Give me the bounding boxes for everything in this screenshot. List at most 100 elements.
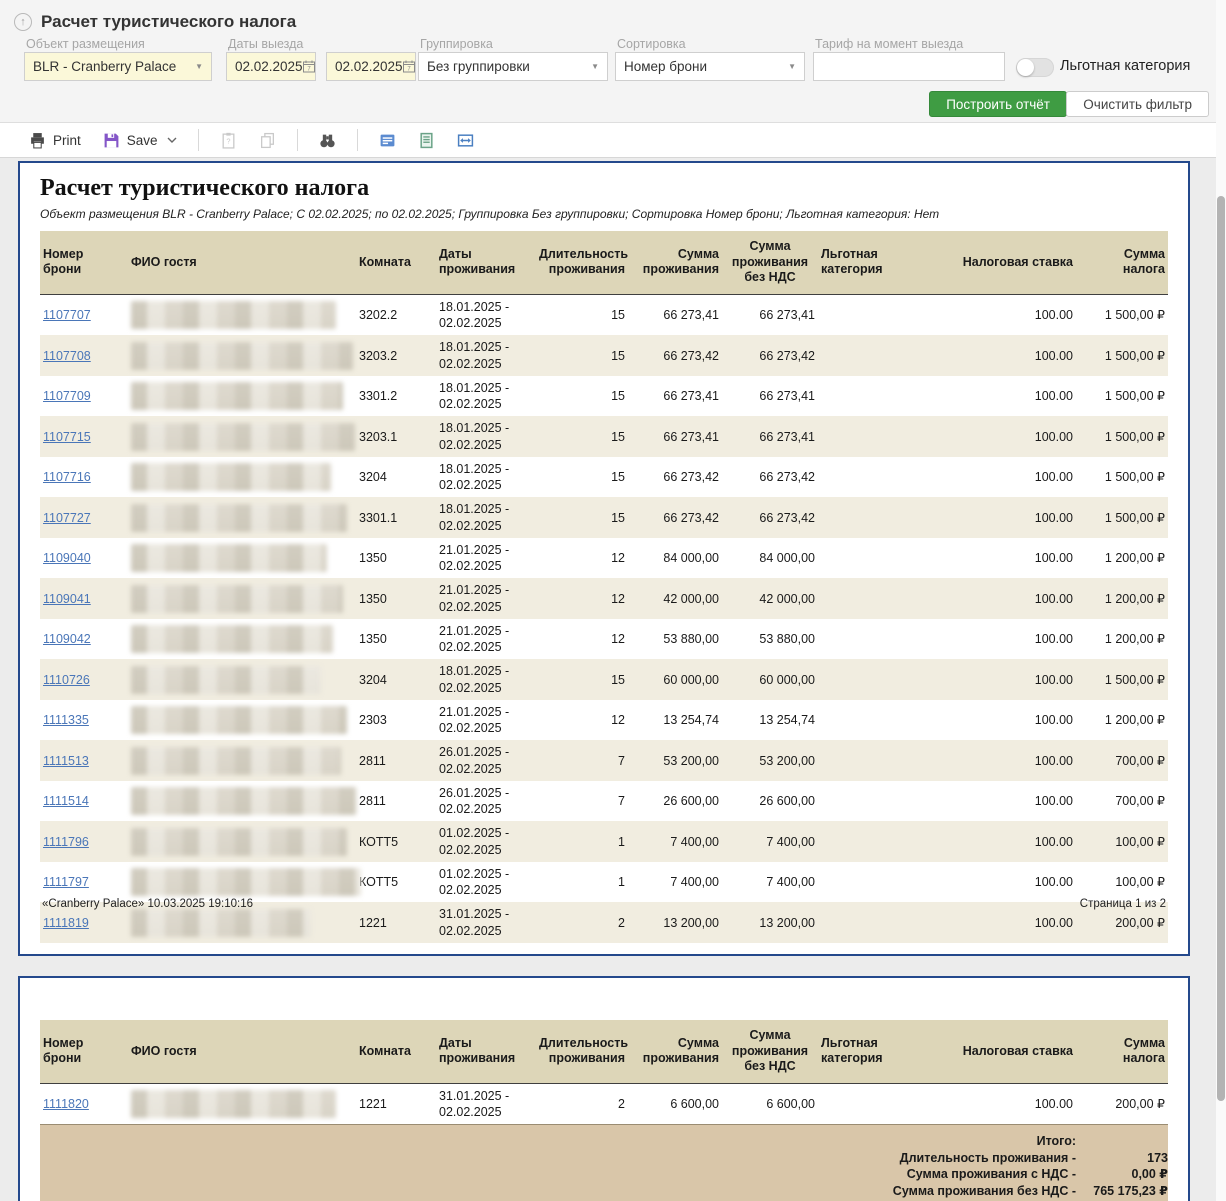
cell-nights: 7 xyxy=(536,740,628,781)
cell-sum: 6 600,00 xyxy=(628,1083,722,1124)
grouping-select[interactable]: Без группировки ▼ xyxy=(418,52,608,81)
booking-link[interactable]: 1111335 xyxy=(43,713,89,727)
cell-guest xyxy=(128,335,356,376)
cell-sum: 53 200,00 xyxy=(628,740,722,781)
dates-label: Даты выезда xyxy=(228,37,303,51)
cell-dates: 26.01.2025 - 02.02.2025 xyxy=(436,781,536,822)
cell-booking: 1111514 xyxy=(40,781,128,822)
collapse-panel-icon[interactable]: ↑ xyxy=(14,13,32,31)
cell-benefit xyxy=(818,659,938,700)
cell-room: 3301.2 xyxy=(356,376,436,417)
guest-name-blurred xyxy=(131,787,357,815)
cell-booking: 1107708 xyxy=(40,335,128,376)
booking-link[interactable]: 1107707 xyxy=(43,308,91,322)
cell-booking: 1107715 xyxy=(40,416,128,457)
tariff-input[interactable] xyxy=(813,52,1005,81)
column-header: Длительность проживания xyxy=(536,1020,628,1083)
guest-name-blurred xyxy=(131,909,311,937)
booking-link[interactable]: 1111819 xyxy=(43,916,89,930)
booking-link[interactable]: 1111513 xyxy=(43,754,89,768)
cell-rate: 100.00 xyxy=(938,700,1076,741)
date-to-input[interactable]: 02.02.2025 7 xyxy=(326,52,416,81)
booking-link[interactable]: 1107715 xyxy=(43,430,91,444)
cell-guest xyxy=(128,376,356,417)
cell-dates: 18.01.2025 - 02.02.2025 xyxy=(436,457,536,498)
cell-rate: 100.00 xyxy=(938,619,1076,660)
sorting-select-value: Номер брони xyxy=(624,59,707,74)
cell-booking: 1107707 xyxy=(40,294,128,335)
binoculars-icon xyxy=(319,132,336,149)
clear-filter-button[interactable]: Очистить фильтр xyxy=(1066,91,1209,117)
guest-name-blurred xyxy=(131,504,347,532)
booking-link[interactable]: 1111797 xyxy=(43,875,89,889)
paste-button[interactable]: ? xyxy=(211,128,246,153)
cell-sum_no_vat: 26 600,00 xyxy=(722,781,818,822)
save-button[interactable]: Save xyxy=(94,128,186,153)
cell-tax: 1 500,00 ₽ xyxy=(1076,294,1168,335)
cell-nights: 12 xyxy=(536,619,628,660)
cell-nights: 12 xyxy=(536,538,628,579)
booking-link[interactable]: 1109042 xyxy=(43,632,91,646)
booking-link[interactable]: 1111514 xyxy=(43,794,89,808)
total-label: Сумма проживания без НДС - xyxy=(40,1183,1076,1200)
cell-nights: 15 xyxy=(536,376,628,417)
paste-icon: ? xyxy=(220,132,237,149)
cell-room: 1221 xyxy=(356,1083,436,1124)
vertical-scrollbar[interactable] xyxy=(1216,0,1226,1201)
guest-name-blurred xyxy=(131,301,336,329)
date-from-input[interactable]: 02.02.2025 7 xyxy=(226,52,316,81)
chevron-down-icon: ▼ xyxy=(195,62,203,71)
grouping-label: Группировка xyxy=(420,37,493,51)
cell-booking: 1107727 xyxy=(40,497,128,538)
booking-link[interactable]: 1107708 xyxy=(43,349,91,363)
benefit-category-toggle[interactable] xyxy=(1016,58,1054,77)
cell-booking: 1109040 xyxy=(40,538,128,579)
cell-rate: 100.00 xyxy=(938,740,1076,781)
cell-sum_no_vat: 66 273,41 xyxy=(722,376,818,417)
cell-guest xyxy=(128,416,356,457)
scrollbar-thumb[interactable] xyxy=(1217,196,1225,1101)
continuous-view-icon xyxy=(379,132,396,149)
cell-room: 2811 xyxy=(356,781,436,822)
column-header: Даты проживания xyxy=(436,231,536,294)
cell-sum_no_vat: 6 600,00 xyxy=(722,1083,818,1124)
guest-name-blurred xyxy=(131,463,331,491)
cell-benefit xyxy=(818,294,938,335)
cell-room: 3203.2 xyxy=(356,335,436,376)
svg-text:?: ? xyxy=(226,136,230,145)
booking-link[interactable]: 1111796 xyxy=(43,835,89,849)
page-title: Расчет туристического налога xyxy=(41,12,296,32)
booking-link[interactable]: 1107716 xyxy=(43,470,91,484)
booking-link[interactable]: 1109041 xyxy=(43,592,91,606)
booking-link[interactable]: 1107727 xyxy=(43,511,91,525)
booking-link[interactable]: 1109040 xyxy=(43,551,91,565)
cell-nights: 15 xyxy=(536,335,628,376)
cell-nights: 15 xyxy=(536,416,628,457)
table-row: 1111514281126.01.2025 - 02.02.2025726 60… xyxy=(40,781,1168,822)
copy-button[interactable] xyxy=(250,128,285,153)
booking-link[interactable]: 1110726 xyxy=(43,673,90,687)
cell-benefit xyxy=(818,376,938,417)
column-header: Комната xyxy=(356,231,436,294)
guest-name-blurred xyxy=(131,342,353,370)
continuous-view-button[interactable] xyxy=(370,128,405,153)
cell-sum: 13 254,74 xyxy=(628,700,722,741)
cell-nights: 1 xyxy=(536,821,628,862)
booking-link[interactable]: 1111820 xyxy=(43,1097,89,1111)
guest-name-blurred xyxy=(131,666,321,694)
build-report-button[interactable]: Построить отчёт xyxy=(929,91,1067,117)
object-select[interactable]: BLR - Cranberry Palace ▼ xyxy=(24,52,212,81)
cell-sum: 66 273,42 xyxy=(628,497,722,538)
cell-rate: 100.00 xyxy=(938,497,1076,538)
booking-link[interactable]: 1107709 xyxy=(43,389,91,403)
guest-name-blurred xyxy=(131,706,347,734)
cell-room: 1350 xyxy=(356,619,436,660)
table-row: 1109041135021.01.2025 - 02.02.20251242 0… xyxy=(40,578,1168,619)
find-button[interactable] xyxy=(310,128,345,153)
sorting-select[interactable]: Номер брони ▼ xyxy=(615,52,805,81)
page-footer: «Cranberry Palace» 10.03.2025 19:10:16 С… xyxy=(42,898,1166,910)
print-button[interactable]: Print xyxy=(20,128,90,153)
single-page-view-button[interactable] xyxy=(409,128,444,153)
column-header: Сумма налога xyxy=(1076,1020,1168,1083)
fit-width-button[interactable] xyxy=(448,128,483,153)
